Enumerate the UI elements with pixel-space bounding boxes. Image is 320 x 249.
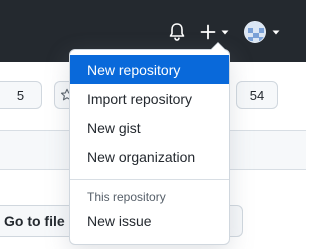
create-dropdown-menu: New repository Import repository New gis…: [69, 42, 230, 245]
menu-item-new-issue[interactable]: New issue: [70, 206, 229, 235]
menu-item-new-gist[interactable]: New gist: [70, 113, 229, 142]
menu-item-import-repository[interactable]: Import repository: [70, 84, 229, 113]
go-to-file-button[interactable]: Go to file: [0, 205, 76, 237]
caret-down-icon: [221, 30, 229, 35]
user-menu-button[interactable]: [244, 19, 284, 45]
watch-count[interactable]: 5: [0, 81, 42, 109]
create-new-button[interactable]: [200, 22, 232, 42]
menu-item-new-organization[interactable]: New organization: [70, 142, 229, 171]
caret-down-icon: [272, 30, 280, 35]
plus-icon: [200, 24, 216, 40]
menu-divider: [70, 179, 229, 180]
menu-item-new-repository[interactable]: New repository: [70, 55, 229, 84]
avatar: [244, 21, 266, 43]
bell-icon[interactable]: [168, 22, 186, 42]
star-count[interactable]: 54: [236, 81, 278, 109]
menu-section-label: This repository: [87, 190, 166, 204]
menu-caret: [210, 42, 226, 50]
